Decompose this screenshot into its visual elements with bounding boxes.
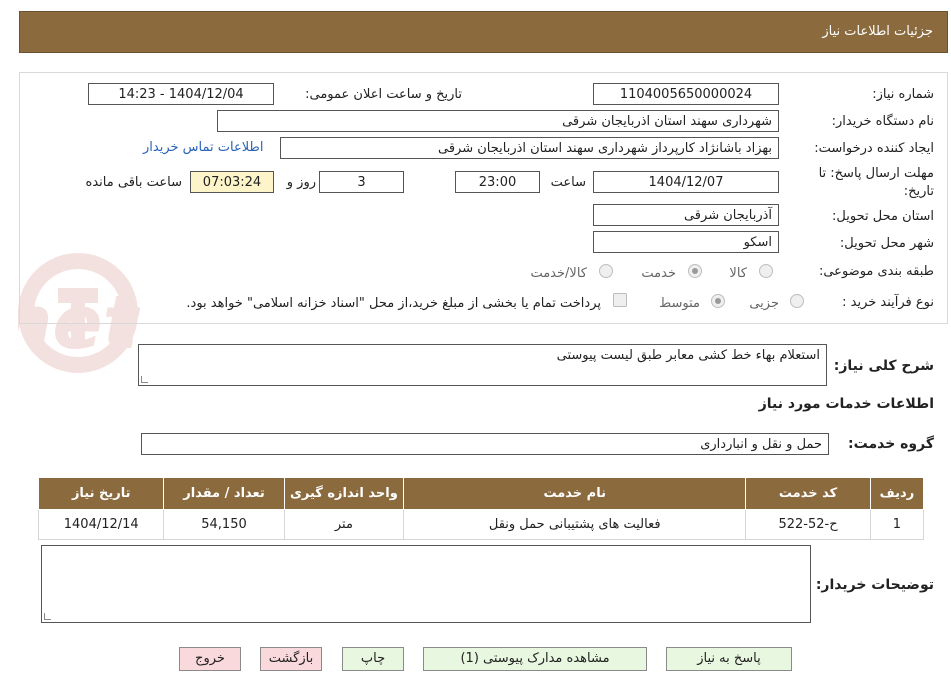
need-number-field: 1104005650000024 bbox=[593, 83, 779, 105]
cell-unit: متر bbox=[283, 509, 405, 540]
table-header-row: ردیف کد خدمت نام خدمت واحد اندازه گیری ت… bbox=[37, 477, 925, 510]
page-header: جزئیات اطلاعات نیاز bbox=[19, 11, 948, 53]
deadline-date-field: 1404/12/07 bbox=[593, 171, 779, 193]
description-label: شرح کلی نیاز: bbox=[833, 358, 934, 374]
process-option-medium: متوسط bbox=[659, 296, 700, 311]
resize-handle-icon[interactable] bbox=[141, 376, 148, 383]
deadline-time-label: ساعت bbox=[550, 175, 586, 190]
process-radio-minor[interactable] bbox=[790, 294, 804, 308]
process-option-minor: جزیی bbox=[749, 296, 779, 311]
treasury-payment-note: پرداخت تمام یا بخشی از مبلغ خرید،از محل … bbox=[186, 296, 601, 311]
buyer-org-label: نام دستگاه خریدار: bbox=[831, 114, 934, 129]
services-table: ردیف کد خدمت نام خدمت واحد اندازه گیری ت… bbox=[37, 477, 925, 540]
category-option-goods: کالا bbox=[729, 266, 747, 281]
cell-row-number: 1 bbox=[869, 509, 925, 540]
creator-label: ایجاد کننده درخواست: bbox=[814, 141, 934, 156]
buyer-contact-link[interactable]: اطلاعات تماس خریدار bbox=[143, 140, 263, 155]
need-number-label: شماره نیاز: bbox=[872, 87, 934, 102]
days-label: روز و bbox=[286, 175, 316, 190]
buyer-notes-label: توضیحات خریدار: bbox=[815, 577, 934, 593]
col-quantity: تعداد / مقدار bbox=[163, 477, 285, 510]
province-label: استان محل تحویل: bbox=[832, 209, 934, 224]
category-radio-service[interactable] bbox=[688, 264, 702, 278]
print-button[interactable]: چاپ bbox=[342, 647, 404, 671]
category-radio-goods-service[interactable] bbox=[599, 264, 613, 278]
description-field: استعلام بهاء خط کشی معابر طبق لیست پیوست… bbox=[138, 344, 827, 386]
city-field: اسکو bbox=[593, 231, 779, 253]
remaining-time-field: 07:03:24 bbox=[190, 171, 274, 193]
remaining-time-label: ساعت باقی مانده bbox=[85, 175, 182, 190]
deadline-date-suffix-label: تاریخ: bbox=[903, 184, 934, 199]
service-group-label: گروه خدمت: bbox=[848, 436, 934, 452]
page-title: جزئیات اطلاعات نیاز bbox=[822, 24, 933, 39]
category-label: طبقه بندی موضوعی: bbox=[818, 264, 934, 279]
city-label: شهر محل تحویل: bbox=[839, 236, 934, 251]
buyer-notes-field bbox=[41, 545, 811, 623]
announce-datetime-label: تاریخ و ساعت اعلان عمومی: bbox=[305, 87, 462, 102]
col-service-name: نام خدمت bbox=[403, 477, 747, 510]
service-group-field: حمل و نقل و انبارداری bbox=[141, 433, 829, 455]
col-row-number: ردیف bbox=[869, 477, 925, 510]
reply-button[interactable]: پاسخ به نیاز bbox=[666, 647, 792, 671]
view-attachments-button[interactable]: مشاهده مدارک پیوستی (1) bbox=[423, 647, 647, 671]
exit-button[interactable]: خروج bbox=[179, 647, 241, 671]
announce-datetime-field: 1404/12/04 - 14:23 bbox=[88, 83, 274, 105]
category-option-goods-service: کالا/خدمت bbox=[530, 266, 587, 281]
days-remaining-field: 3 bbox=[319, 171, 404, 193]
back-button[interactable]: بازگشت bbox=[260, 647, 322, 671]
cell-service-code: ح-52-522 bbox=[745, 509, 871, 540]
category-radio-goods[interactable] bbox=[759, 264, 773, 278]
treasury-payment-checkbox[interactable] bbox=[613, 293, 627, 307]
resize-handle-icon[interactable] bbox=[44, 613, 51, 620]
process-type-label: نوع فرآیند خرید : bbox=[842, 295, 934, 310]
table-row: 1 ح-52-522 فعالیت های پشتیبانی حمل ونقل … bbox=[37, 509, 925, 540]
deadline-label: مهلت ارسال پاسخ: تا bbox=[818, 166, 934, 181]
cell-service-name: فعالیت های پشتیبانی حمل ونقل bbox=[403, 509, 747, 540]
col-need-date: تاریخ نیاز bbox=[37, 477, 165, 510]
description-text: استعلام بهاء خط کشی معابر طبق لیست پیوست… bbox=[556, 348, 820, 363]
buyer-org-field: شهرداری سهند استان اذربایجان شرقی bbox=[217, 110, 779, 132]
creator-field: بهزاد باشانژاد کارپرداز شهرداری سهند است… bbox=[280, 137, 779, 159]
category-option-service: خدمت bbox=[641, 266, 676, 281]
deadline-time-field: 23:00 bbox=[455, 171, 540, 193]
province-field: آذربایجان شرقی bbox=[593, 204, 779, 226]
process-radio-medium[interactable] bbox=[711, 294, 725, 308]
services-section-title: اطلاعات خدمات مورد نیاز bbox=[758, 396, 934, 412]
col-service-code: کد خدمت bbox=[745, 477, 871, 510]
cell-quantity: 54,150 bbox=[163, 509, 285, 540]
col-unit: واحد اندازه گیری bbox=[283, 477, 405, 510]
cell-need-date: 1404/12/14 bbox=[37, 509, 165, 540]
